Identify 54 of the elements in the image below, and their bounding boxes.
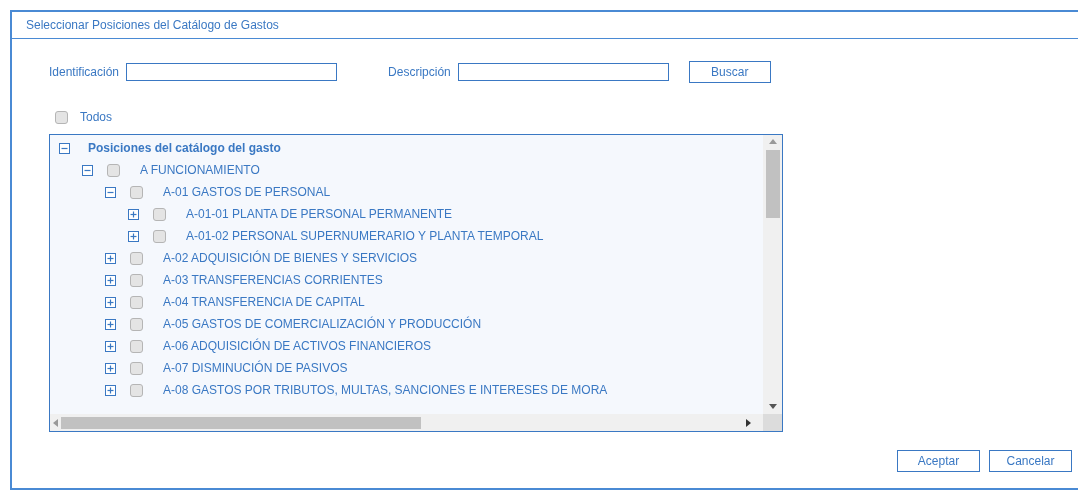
checkbox[interactable] [130,185,143,199]
dialog-title: Seleccionar Posiciones del Catálogo de Gastos [26,17,279,34]
checkbox[interactable] [130,251,143,265]
field-label: Identificación [49,64,120,81]
tree-node-label[interactable]: A-03 TRANSFERENCIAS CORRIENTES [163,271,383,289]
tree-node-label[interactable]: A-04 TRANSFERENCIA DE CAPITAL [163,293,365,311]
tree-node-label[interactable]: A FUNCIONAMIENTO [140,161,260,179]
tree-node-label[interactable]: A-06 ADQUISICIÓN DE ACTIVOS FINANCIEROS [163,337,432,355]
tree-node-label[interactable]: A-01 GASTOS DE PERSONAL [163,183,331,201]
checkbox-label: Todos [80,109,113,126]
checkbox[interactable] [130,383,143,397]
text-field[interactable] [457,63,669,81]
scroll-down-icon[interactable] [768,404,777,409]
collapse-icon[interactable] [105,186,116,198]
checkbox[interactable] [107,163,120,177]
checkbox[interactable] [130,339,143,353]
scroll-right-icon[interactable] [746,418,751,427]
tree-node-label[interactable]: A-07 DISMINUCIÓN DE PASIVOS [163,359,348,377]
scrollbar-corner [763,414,782,431]
expand-icon[interactable] [105,296,116,308]
scroll-left-icon[interactable] [53,418,58,427]
tree-node-label[interactable]: A-05 GASTOS DE COMERCIALIZACIÓN Y PRODUCCIÓN [163,315,482,333]
checkbox[interactable] [130,317,143,331]
expand-icon[interactable] [105,252,116,264]
expand-icon[interactable] [105,274,116,286]
checkbox[interactable] [55,110,68,124]
expand-icon[interactable] [128,208,139,220]
checkbox[interactable] [153,207,166,221]
scroll-thumb[interactable] [765,150,780,218]
checkbox[interactable] [130,273,143,287]
accept-button[interactable]: Aceptar [897,450,980,472]
scroll-thumb[interactable] [61,416,421,429]
text-field[interactable] [126,63,338,81]
checkbox[interactable] [130,295,143,309]
tree-node-label[interactable]: A-01-02 PERSONAL SUPERNUMERARIO Y PLANTA TEMPORAL [186,227,544,245]
collapse-icon[interactable] [59,142,70,154]
expand-icon[interactable] [128,230,139,242]
cancel-button[interactable]: Cancelar [989,450,1072,472]
search-button[interactable]: Buscar [688,61,771,83]
expand-icon[interactable] [105,340,116,352]
field-label: Descripción [388,64,451,81]
expand-icon[interactable] [105,362,116,374]
tree-node-label[interactable]: A-02 ADQUISICIÓN DE BIENES Y SERVICIOS [163,249,418,267]
checkbox[interactable] [153,229,166,243]
collapse-icon[interactable] [82,164,93,176]
tree-node-label[interactable]: Posiciones del catálogo del gasto [88,139,281,157]
checkbox[interactable] [130,361,143,375]
vertical-scrollbar[interactable] [763,135,782,414]
expand-icon[interactable] [105,318,116,330]
scroll-up-icon[interactable] [768,139,777,144]
tree-node-label[interactable]: A-08 GASTOS POR TRIBUTOS, MULTAS, SANCIONES E INTERESES DE MORA [163,381,608,399]
tree-node-label[interactable]: A-01-01 PLANTA DE PERSONAL PERMANENTE [186,205,453,223]
horizontal-scrollbar[interactable] [50,414,763,431]
expand-icon[interactable] [105,384,116,396]
